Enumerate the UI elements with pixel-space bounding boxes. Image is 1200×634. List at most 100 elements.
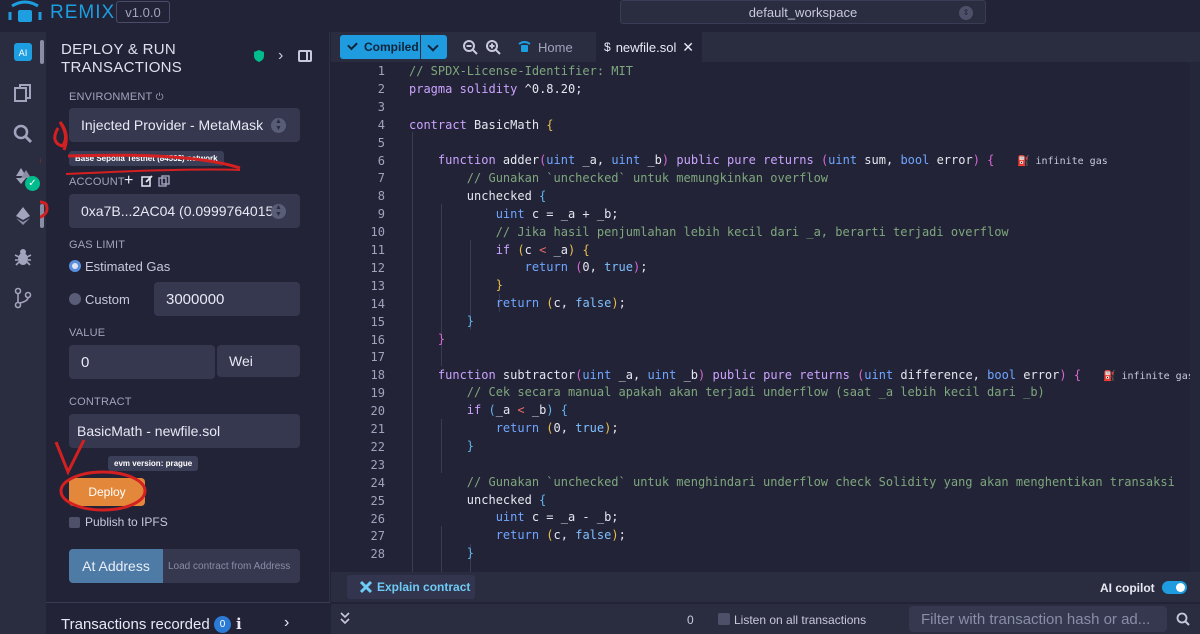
line-number: 7 — [377, 171, 385, 186]
panel-title: DEPLOY & RUN TRANSACTIONS — [61, 41, 183, 76]
editor-scrollbar[interactable] — [1190, 62, 1200, 572]
active-indicator — [40, 40, 44, 64]
contract-label: CONTRACT — [69, 396, 132, 408]
double-chevron-down-icon[interactable] — [339, 611, 351, 625]
deploy-button[interactable]: Deploy — [69, 478, 145, 506]
workspace-select[interactable]: default_workspace ⇕ — [620, 0, 986, 24]
edit-icon[interactable] — [141, 175, 153, 187]
remix-logo-icon — [8, 0, 42, 22]
add-account-icon[interactable]: + — [124, 172, 133, 190]
zoom-in-icon[interactable] — [485, 39, 501, 55]
check-icon: ✓ — [25, 176, 40, 191]
remix-ide: REMIX v1.0.0 default_workspace ⇕ AI ✓ DE… — [0, 0, 1200, 634]
gas-hint-text: infinite gas — [1035, 156, 1108, 167]
value-label: VALUE — [69, 327, 106, 339]
line-number: 11 — [370, 243, 385, 257]
at-address-input[interactable]: Load contract from Address — [163, 549, 300, 583]
dock-panel-icon[interactable] — [298, 50, 312, 62]
icon-panel-debugger[interactable] — [0, 239, 46, 275]
at-address-button[interactable]: At Address — [69, 549, 163, 583]
icon-panel-solidity-compiler[interactable]: ✓ — [0, 157, 46, 193]
icon-panel-git[interactable] — [0, 280, 46, 316]
line-number: 15 — [370, 314, 385, 329]
chevron-right-icon[interactable]: › — [284, 614, 289, 632]
code-line: // Gunakan `unchecked` untuk menghindari… — [466, 475, 1175, 489]
code-line: return (c, false); — [495, 528, 626, 542]
estimated-gas-radio[interactable] — [69, 260, 81, 272]
value-unit-select[interactable]: Wei — [217, 345, 300, 377]
environment-label: ENVIRONMENT ⏻ — [69, 91, 164, 103]
value-unit: Wei — [229, 353, 253, 369]
line-number: 20 — [370, 404, 385, 419]
info-icon[interactable]: i — [236, 615, 242, 633]
app-name: REMIX — [50, 2, 116, 23]
pending-tx-count: 0 — [687, 613, 694, 627]
line-number: 8 — [377, 189, 385, 204]
code-line: return (0, true); — [495, 421, 619, 435]
chevron-right-icon[interactable]: › — [278, 47, 283, 65]
tab-home-label: Home — [538, 39, 573, 55]
code-line: uint c = _a - _b; — [495, 510, 619, 524]
value-input[interactable]: 0 — [69, 345, 215, 379]
code-line: unchecked { — [409, 189, 547, 203]
line-number: 27 — [370, 529, 385, 544]
updown-icon: ▲ ▼ — [271, 204, 286, 219]
code-line: } — [466, 546, 475, 560]
contract-value: BasicMath - newfile.sol — [77, 423, 221, 439]
copilot-bar: Explain contract AI copilot — [331, 572, 1200, 602]
code-editor[interactable]: 1 2 3 4 5 6 7 8 9 10 11 12 13 14 15 16 17 18 19 20 21 22 23 24 2… — [331, 62, 1200, 572]
line-number: 6 — [377, 153, 385, 168]
custom-gas-radio[interactable] — [69, 293, 81, 305]
line-number: 18 — [370, 368, 385, 383]
line-number: 13 — [370, 278, 385, 293]
publish-ipfs-checkbox[interactable] — [69, 517, 80, 528]
code-line: pragma solidity ^0.8.20; — [409, 82, 583, 96]
line-number: 26 — [370, 511, 385, 526]
icon-panel-search[interactable] — [0, 116, 46, 152]
line-number: 4 — [377, 117, 385, 132]
ai-copilot-toggle[interactable] — [1162, 581, 1187, 594]
transactions-recorded-bar[interactable]: Transactions recorded 0 i › — [46, 602, 330, 634]
updown-icon: ⇕ — [959, 6, 973, 20]
sparkle-icon — [359, 580, 373, 594]
contract-select[interactable]: BasicMath - newfile.sol — [69, 414, 300, 448]
code-line: function adder(uint _a, uint _b) public … — [437, 153, 995, 167]
line-number: 23 — [370, 457, 385, 472]
line-number: 9 — [377, 207, 385, 222]
tab-home[interactable]: Home — [517, 32, 573, 62]
listen-all-checkbox[interactable] — [718, 613, 730, 625]
file-explorer-icon — [14, 84, 31, 102]
transaction-filter-input[interactable] — [909, 606, 1167, 632]
ai-copilot-label: AI copilot — [1100, 581, 1155, 595]
line-number: 5 — [377, 135, 385, 150]
gas-pump-icon: ⛽ — [1017, 156, 1030, 167]
gas-estimate-hint: ⛽ infinite gas — [1103, 371, 1194, 382]
code-line: contract BasicMath { — [409, 118, 554, 132]
icon-panel-ai[interactable]: AI — [0, 34, 46, 70]
account-label: ACCOUNT — [69, 176, 125, 188]
environment-select[interactable]: Injected Provider - MetaMask ▲ ▼ — [69, 108, 300, 142]
gas-hint-text: infinite gas — [1121, 371, 1194, 382]
code-line: unchecked { — [409, 493, 547, 507]
debugger-icon — [14, 249, 32, 266]
zoom-out-icon[interactable] — [462, 39, 478, 55]
compile-options-dropdown[interactable] — [421, 35, 447, 59]
remix-logo[interactable]: REMIX — [8, 0, 115, 26]
icon-panel-deploy-run[interactable] — [0, 198, 46, 234]
value-amount: 0 — [81, 353, 90, 371]
line-number: 19 — [370, 386, 385, 401]
close-icon[interactable]: ✕ — [682, 39, 694, 56]
evm-version-badge: evm version: prague — [108, 456, 199, 471]
account-select[interactable]: 0xa7B...2AC04 (0.09997640159 ▲ ▼ — [69, 194, 300, 228]
search-icon[interactable] — [1176, 612, 1190, 626]
icon-panel: AI ✓ — [0, 32, 46, 634]
tab-newfile-sol[interactable]: $ newfile.sol ✕ — [596, 32, 702, 62]
gas-pump-icon: ⛽ — [1103, 371, 1116, 382]
code-line: function subtractor(uint _a, uint _b) pu… — [437, 368, 1082, 382]
listen-all-label: Listen on all transactions — [734, 613, 867, 627]
icon-panel-file-explorer[interactable] — [0, 75, 46, 111]
version-badge: v1.0.0 — [116, 1, 170, 23]
copy-icon[interactable] — [158, 175, 170, 187]
gas-limit-input[interactable]: 3000000 — [154, 282, 300, 316]
code-line: } — [495, 278, 503, 292]
